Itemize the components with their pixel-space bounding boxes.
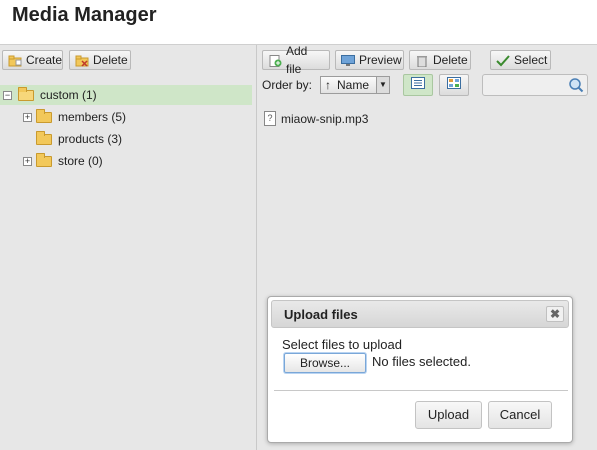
tree-item-label: custom (1)	[40, 88, 97, 102]
thumbnail-view-button[interactable]	[439, 74, 469, 96]
folder-pane	[0, 45, 257, 450]
new-folder-icon	[8, 54, 22, 67]
browse-button[interactable]: Browse...	[284, 353, 366, 373]
add-file-button[interactable]: Add file	[262, 44, 330, 76]
preview-button[interactable]: Preview	[335, 50, 404, 70]
create-folder-button[interactable]: Create	[2, 50, 63, 70]
dialog-divider	[274, 390, 568, 391]
upload-prompt: Select files to upload	[282, 337, 402, 352]
delete-folder-icon	[75, 54, 89, 67]
dropdown-arrow-icon: ▼	[376, 77, 389, 93]
thumbnail-view-icon	[447, 76, 461, 94]
expand-icon[interactable]: +	[23, 156, 32, 166]
dialog-header: Upload files ✖	[271, 300, 569, 328]
folder-icon	[36, 130, 52, 145]
file-name: miaow-snip.mp3	[281, 111, 369, 126]
add-file-icon	[268, 54, 282, 67]
close-icon[interactable]: ✖	[546, 306, 564, 322]
delete-file-button[interactable]: Delete	[409, 50, 471, 70]
tree-item-products[interactable]: products (3)	[0, 129, 252, 149]
folder-icon	[36, 108, 52, 123]
checkmark-icon	[496, 54, 510, 67]
list-view-icon	[411, 76, 425, 94]
tree-item-store[interactable]: + store (0)	[0, 151, 252, 171]
search-input[interactable]	[485, 77, 569, 95]
select-button[interactable]: Select	[490, 50, 551, 70]
unknown-file-icon: ?	[264, 111, 276, 126]
preview-label: Preview	[359, 53, 402, 67]
folder-icon	[36, 152, 52, 167]
delete-file-label: Delete	[433, 53, 468, 67]
delete-label: Delete	[93, 53, 128, 67]
tree-item-members[interactable]: + members (5)	[0, 107, 252, 127]
upload-button[interactable]: Upload	[415, 401, 482, 429]
add-file-label: Add file	[286, 44, 308, 76]
collapse-icon[interactable]: −	[3, 90, 12, 100]
file-item[interactable]: ? miaow-snip.mp3	[264, 111, 368, 126]
folder-open-icon	[18, 86, 34, 101]
search-box[interactable]	[482, 74, 588, 96]
expand-icon[interactable]: +	[23, 112, 32, 122]
list-view-button[interactable]	[403, 74, 433, 96]
order-by-label: Order by:	[262, 78, 313, 92]
sort-direction-icon: ↑	[325, 78, 331, 92]
trash-icon	[415, 54, 429, 68]
search-icon[interactable]	[568, 77, 584, 98]
file-selection-status: No files selected.	[372, 354, 471, 369]
upload-dialog: Upload files ✖ Select files to upload Br…	[267, 296, 573, 443]
select-label: Select	[514, 53, 548, 67]
cancel-button[interactable]: Cancel	[488, 401, 552, 429]
tree-item-label: store (0)	[58, 154, 103, 168]
delete-folder-button[interactable]: Delete	[69, 50, 131, 70]
order-by-value: Name	[337, 78, 370, 92]
tree-item-custom[interactable]: − custom (1)	[0, 85, 252, 105]
tree-item-label: products (3)	[58, 132, 123, 146]
create-label: Create	[26, 53, 63, 67]
order-by-select[interactable]: ↑ Name ▼	[320, 76, 390, 94]
monitor-icon	[341, 54, 355, 66]
tree-item-label: members (5)	[58, 110, 127, 124]
dialog-title: Upload files	[284, 307, 358, 322]
page-title: Media Manager	[12, 4, 157, 26]
